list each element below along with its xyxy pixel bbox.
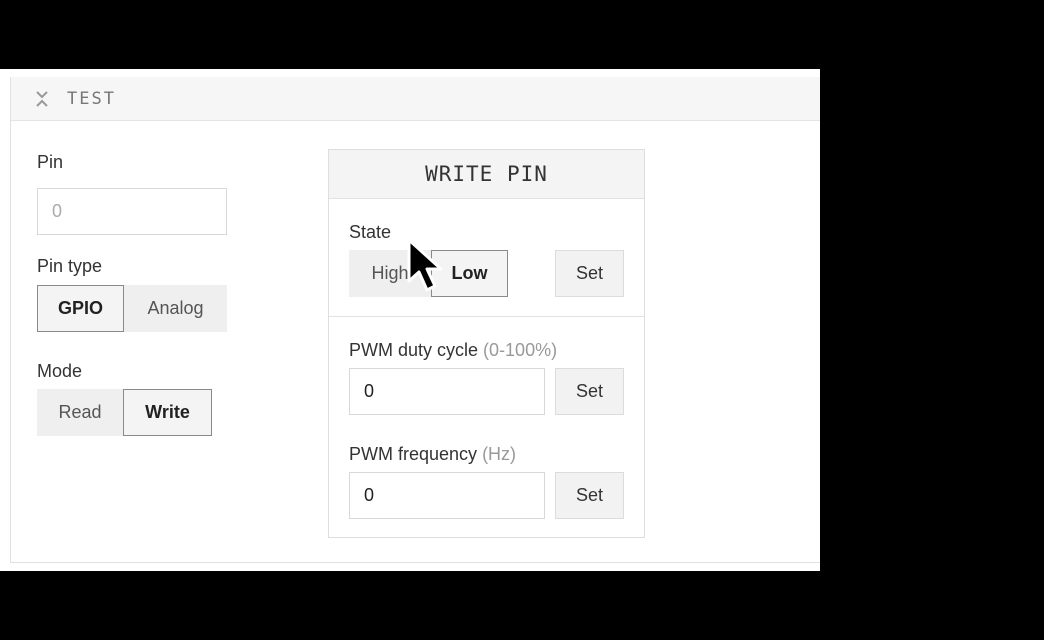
pwm-freq-set-button[interactable]: Set: [555, 472, 624, 519]
panel-frame: TEST Pin Pin type GPIO Analog Mode Read …: [10, 77, 820, 563]
pwm-duty-label-text: PWM duty cycle: [349, 340, 479, 360]
pwm-duty-set-button[interactable]: Set: [555, 368, 624, 415]
chevrons-collapse-icon[interactable]: [35, 90, 49, 108]
state-set-button[interactable]: Set: [555, 250, 624, 297]
mode-read-button[interactable]: Read: [37, 389, 123, 436]
state-label: State: [349, 222, 392, 242]
pwm-freq-label-text: PWM frequency: [349, 444, 478, 464]
mode-write-button[interactable]: Write: [123, 389, 212, 436]
pin-type-label: Pin type: [37, 256, 103, 276]
pwm-duty-unit: (0-100%): [483, 340, 558, 360]
pwm-duty-input[interactable]: [349, 368, 545, 415]
pin-input[interactable]: [37, 188, 227, 235]
pin-type-analog-button[interactable]: Analog: [124, 285, 227, 332]
mode-label: Mode: [37, 361, 83, 381]
pwm-duty-label: PWM duty cycle (0-100%): [349, 340, 557, 361]
mouse-pointer-icon: [407, 238, 443, 292]
write-pin-title: WRITE PIN: [329, 150, 644, 199]
pwm-freq-input[interactable]: [349, 472, 545, 519]
pwm-freq-unit: (Hz): [482, 444, 517, 464]
section-header[interactable]: TEST: [11, 77, 820, 121]
pin-label: Pin: [37, 152, 64, 172]
divider: [329, 316, 644, 317]
pwm-freq-label: PWM frequency (Hz): [349, 444, 516, 465]
test-panel: TEST Pin Pin type GPIO Analog Mode Read …: [0, 69, 820, 571]
write-pin-card: WRITE PIN State High Low Set PWM duty cy…: [328, 149, 645, 538]
pin-type-gpio-button[interactable]: GPIO: [37, 285, 124, 332]
section-title: TEST: [67, 89, 116, 109]
